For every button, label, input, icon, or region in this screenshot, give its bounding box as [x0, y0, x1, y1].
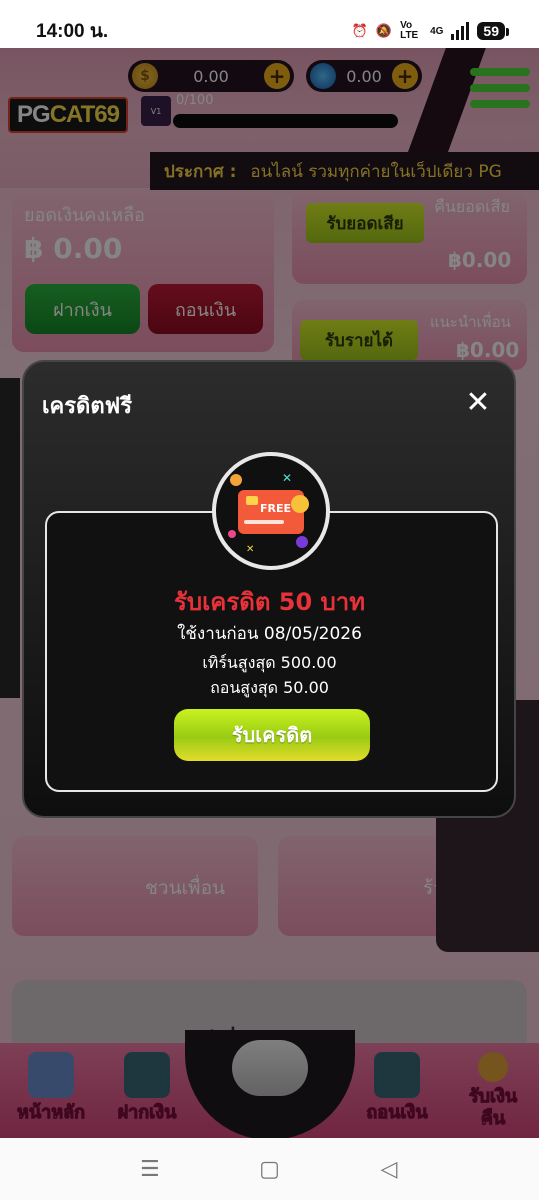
credit-expiry: ใช้งานก่อน 08/05/2026	[177, 624, 362, 644]
system-nav-bar: ☰ ▢ ◁	[0, 1138, 539, 1200]
close-icon[interactable]: ✕	[462, 385, 494, 420]
status-icons: ⏰ 🔕 Vo LTE 4G 59	[351, 20, 509, 41]
credit-max-withdraw: ถอนสูงสุด 50.00	[210, 678, 329, 697]
back-icon[interactable]: ◁	[378, 1157, 400, 1182]
alarm-icon: ⏰	[351, 23, 368, 38]
network-type: 4G	[430, 25, 444, 37]
credit-amount-title: รับเครดิต 50 บาท	[173, 588, 366, 616]
signal-icon	[451, 22, 470, 40]
modal-title: เครดิตฟรี	[42, 394, 133, 419]
svg-text:✕: ✕	[246, 544, 254, 555]
free-credit-badge: FREE ✕ ✕	[212, 452, 330, 570]
battery-icon: 59	[477, 22, 509, 40]
svg-text:FREE: FREE	[260, 502, 291, 515]
claim-credit-button[interactable]: รับเครดิต	[174, 709, 370, 761]
volte-indicator: Vo LTE	[400, 20, 419, 41]
svg-text:✕: ✕	[282, 471, 292, 485]
recent-apps-icon[interactable]: ☰	[139, 1157, 161, 1182]
credit-turnover: เทิร์นสูงสุด 500.00	[202, 653, 337, 672]
mute-icon: 🔕	[375, 23, 393, 38]
home-button-icon[interactable]: ▢	[258, 1157, 280, 1182]
status-time: 14:00 น.	[36, 21, 109, 42]
